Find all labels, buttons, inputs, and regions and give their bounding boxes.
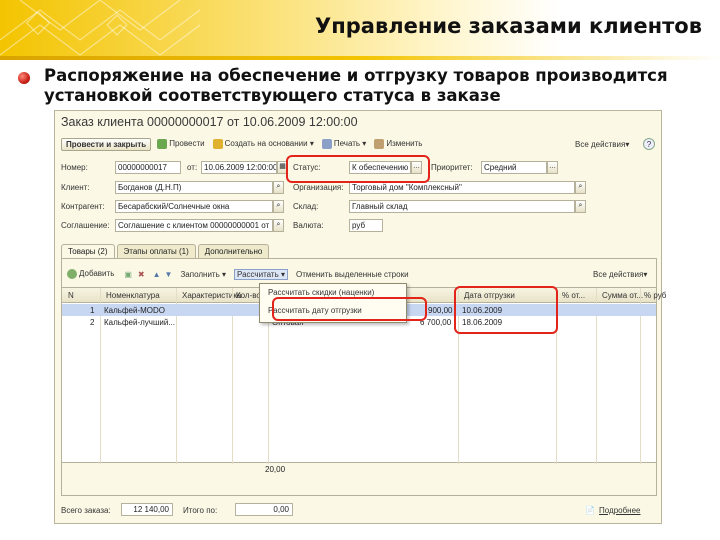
post-button[interactable]: Провести — [157, 139, 205, 149]
col-sum: Сумма от... — [602, 291, 644, 300]
help-icon[interactable]: ? — [643, 138, 655, 150]
add-icon — [67, 269, 77, 279]
organization-search-icon[interactable]: ⌕ — [575, 181, 586, 194]
number-field[interactable]: 00000000017 — [115, 161, 181, 174]
calculate-button[interactable]: Рассчитать ▾ — [234, 268, 288, 280]
window-title: Заказ клиента 00000000017 от 10.06.2009 … — [61, 115, 358, 129]
priority-field[interactable]: Средний — [481, 161, 547, 174]
warehouse-label: Склад: — [293, 202, 319, 211]
all-actions-menu[interactable]: Все действия ▾ — [575, 136, 629, 152]
tab-payment-stages[interactable]: Этапы оплаты (1) — [116, 244, 196, 259]
contact-field[interactable]: Бесарабский/Солнечные окна — [115, 200, 273, 213]
tab-goods[interactable]: Товары (2) — [61, 244, 115, 259]
quantity-total: 20,00 — [265, 465, 286, 474]
header-rule — [0, 56, 720, 60]
header-pattern-icon — [0, 0, 201, 56]
dropdown-highlight — [272, 297, 427, 321]
total-field[interactable]: 12 140,00 — [121, 503, 173, 516]
priority-label: Приоритет: — [431, 163, 473, 172]
warehouse-field[interactable]: Главный склад — [349, 200, 575, 213]
fill-button[interactable]: Заполнить ▾ — [180, 270, 226, 279]
agreement-search-icon[interactable]: ⌕ — [273, 219, 284, 232]
main-toolbar: Провести и закрыть Провести Создать на о… — [61, 136, 422, 152]
client-label: Клиент: — [61, 183, 90, 192]
agreement-field[interactable]: Соглашение с клиентом 00000000001 от — [115, 219, 273, 232]
tab-additional[interactable]: Дополнительно — [197, 244, 270, 259]
tab-bar: Товары (2) Этапы оплаты (1) Дополнительн… — [61, 244, 271, 259]
move-up-icon[interactable]: ▲ — [153, 270, 161, 279]
number-label: Номер: — [61, 163, 88, 172]
priority-select-button[interactable]: … — [547, 161, 558, 174]
add-row-button[interactable]: Добавить — [67, 269, 114, 279]
menu-item-calc-discounts[interactable]: Рассчитать скидки (наценки) — [268, 288, 374, 297]
date-field[interactable]: 10.06.2009 12:00:00 — [201, 161, 277, 174]
ship-date-highlight — [454, 286, 558, 334]
date-label: от: — [187, 163, 198, 172]
create-icon — [212, 139, 223, 149]
col-percent-rub: % руб — [644, 291, 667, 300]
contact-search-icon[interactable]: ⌕ — [273, 200, 284, 213]
bullet-icon — [18, 72, 30, 84]
in-label: Итого по: — [183, 506, 218, 515]
slide-title: Управление заказами клиентов — [315, 14, 702, 38]
slide-text: Распоряжение на обеспечение и отгрузку т… — [44, 66, 668, 105]
client-search-icon[interactable]: ⌕ — [273, 181, 284, 194]
slide-header: Управление заказами клиентов — [0, 0, 720, 60]
delete-icon[interactable]: ✖ — [138, 270, 145, 279]
contact-label: Контрагент: — [61, 202, 105, 211]
edit-button[interactable]: Изменить — [374, 139, 422, 149]
print-icon — [321, 139, 332, 149]
edit-icon — [374, 139, 385, 149]
currency-field[interactable]: руб — [349, 219, 383, 232]
agreement-label: Соглашение: — [61, 221, 110, 230]
total-label: Всего заказа: — [61, 506, 111, 515]
create-base-button[interactable]: Создать на основании ▾ — [212, 139, 314, 149]
warehouse-search-icon[interactable]: ⌕ — [575, 200, 586, 213]
print-button[interactable]: Печать ▾ — [321, 139, 366, 149]
col-quantity: Кол-во — [236, 291, 261, 300]
move-down-icon[interactable]: ▼ — [165, 270, 173, 279]
col-percent: % от... — [562, 291, 586, 300]
organization-label: Организация: — [293, 183, 344, 192]
mark-rows-button[interactable]: Отменить выделенные строки — [296, 270, 409, 279]
post-close-button[interactable]: Провести и закрыть — [61, 137, 152, 151]
status-highlight — [286, 155, 430, 183]
grid-toolbar: Добавить ▣ ✖ ▲ ▼ Заполнить ▾ Рассчитать … — [67, 266, 409, 282]
in-field[interactable]: 0,00 — [235, 503, 293, 516]
client-field[interactable]: Богданов (Д.Н.П) — [115, 181, 273, 194]
currency-label: Валюта: — [293, 221, 324, 230]
details-link[interactable]: Подробнее — [599, 506, 641, 515]
details-icon: 📄 — [585, 506, 595, 515]
copy-icon[interactable]: ▣ — [124, 270, 132, 279]
post-icon — [157, 139, 168, 149]
grid-all-actions-menu[interactable]: Все действия ▾ — [593, 266, 647, 282]
col-n: N — [68, 291, 74, 300]
col-nomenclature: Номенклатура — [106, 291, 160, 300]
